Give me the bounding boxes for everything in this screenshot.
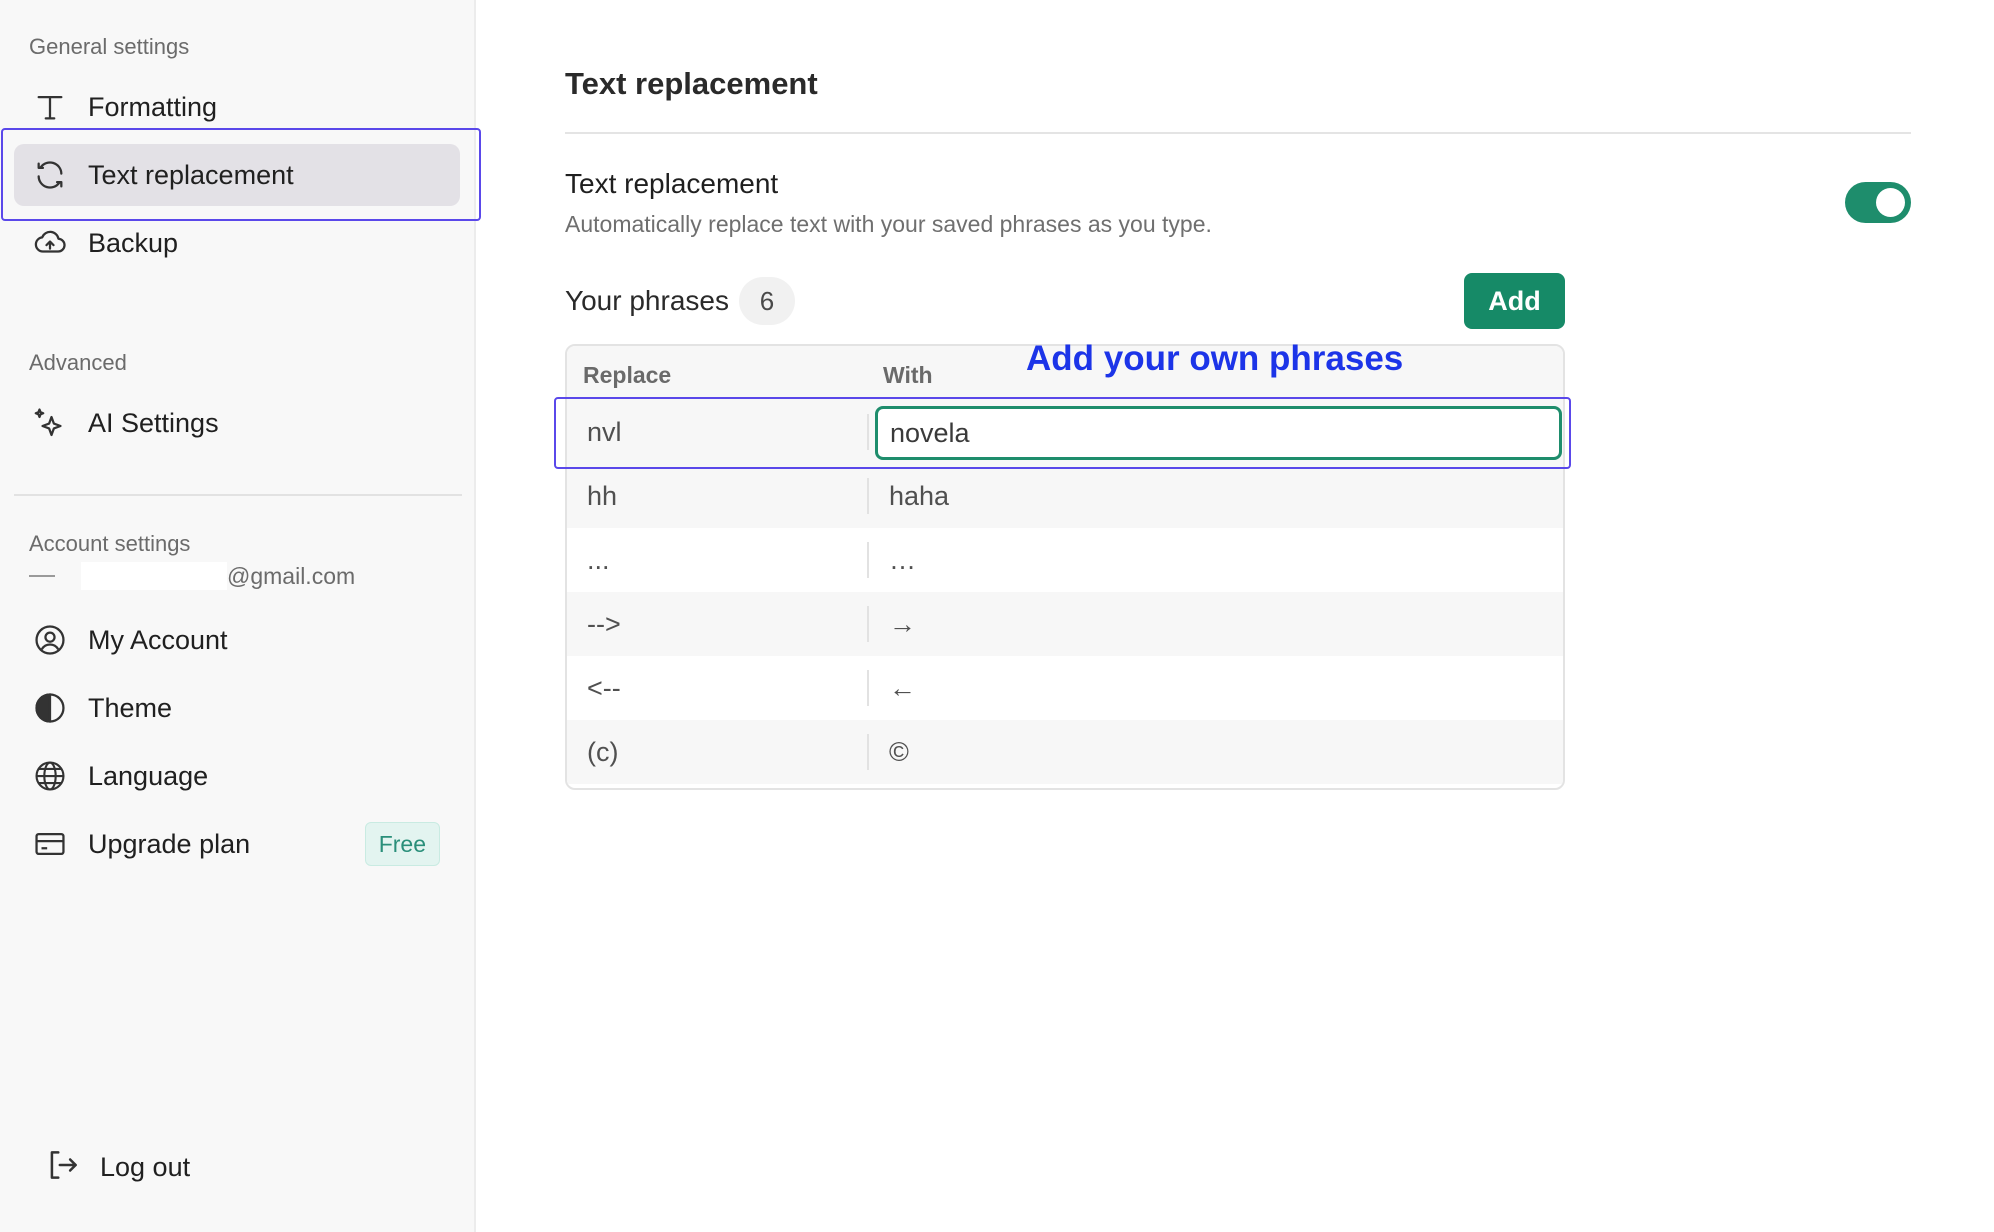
refresh-icon bbox=[30, 155, 70, 195]
sidebar-item-label: Formatting bbox=[88, 91, 218, 122]
sidebar-item-label: Upgrade plan bbox=[88, 828, 251, 859]
sidebar-item-theme[interactable]: Theme bbox=[14, 677, 460, 739]
title-divider bbox=[565, 132, 1911, 134]
sparkles-icon bbox=[30, 403, 70, 443]
advanced-label: Advanced bbox=[29, 350, 127, 375]
table-row[interactable]: hh haha bbox=[567, 464, 1563, 528]
user-circle-icon bbox=[30, 620, 70, 660]
sidebar-item-label: AI Settings bbox=[88, 407, 219, 438]
sidebar-item-label: Text replacement bbox=[88, 159, 294, 190]
sidebar-item-text-replacement[interactable]: Text replacement bbox=[14, 144, 460, 206]
sidebar-item-label: Language bbox=[88, 760, 209, 791]
general-settings-label: General settings bbox=[29, 34, 190, 59]
logout-icon bbox=[44, 1146, 82, 1189]
with-input[interactable] bbox=[875, 406, 1562, 460]
sidebar-item-label: Theme bbox=[88, 692, 173, 723]
phrases-count-badge: 6 bbox=[739, 277, 795, 325]
column-separator bbox=[867, 670, 869, 706]
credit-card-icon bbox=[30, 824, 70, 864]
plan-badge: Free bbox=[364, 822, 440, 866]
setting-description: Automatically replace text with your sav… bbox=[565, 211, 1212, 237]
column-separator bbox=[867, 414, 869, 450]
sidebar-item-formatting[interactable]: Formatting bbox=[14, 76, 460, 138]
with-cell[interactable]: © bbox=[889, 720, 909, 784]
replace-cell[interactable]: --> bbox=[587, 592, 621, 656]
with-cell[interactable]: haha bbox=[889, 464, 949, 528]
email-dash bbox=[29, 575, 55, 577]
settings-sidebar: General settings Formatting Text replace… bbox=[0, 0, 476, 1232]
sidebar-item-my-account[interactable]: My Account bbox=[14, 609, 460, 671]
sidebar-item-label: Backup bbox=[88, 227, 179, 258]
phrases-label: Your phrases bbox=[565, 285, 729, 316]
account-settings-label: Account settings bbox=[29, 531, 191, 556]
sidebar-item-label: My Account bbox=[88, 624, 228, 655]
replace-cell[interactable]: <-- bbox=[587, 656, 621, 720]
type-icon bbox=[30, 87, 70, 127]
account-email: @gmail.com bbox=[29, 562, 355, 590]
globe-icon bbox=[30, 756, 70, 796]
cloud-upload-icon bbox=[30, 223, 70, 263]
replace-cell[interactable]: (c) bbox=[587, 720, 618, 784]
replace-cell[interactable]: hh bbox=[587, 464, 617, 528]
logout-label: Log out bbox=[100, 1151, 191, 1182]
toggle-knob bbox=[1876, 188, 1905, 217]
table-row[interactable]: ... … bbox=[567, 528, 1563, 592]
sidebar-item-backup[interactable]: Backup bbox=[14, 212, 460, 274]
column-header-replace: Replace bbox=[583, 362, 672, 388]
with-cell[interactable]: … bbox=[889, 528, 916, 592]
table-row[interactable]: nvl bbox=[567, 400, 1563, 464]
sidebar-item-language[interactable]: Language bbox=[14, 745, 460, 807]
add-phrase-button[interactable]: Add bbox=[1464, 273, 1565, 329]
with-cell[interactable]: → bbox=[889, 592, 916, 656]
setting-title: Text replacement bbox=[565, 168, 779, 199]
sidebar-item-ai-settings[interactable]: AI Settings bbox=[14, 392, 460, 454]
column-separator bbox=[867, 606, 869, 642]
page-title: Text replacement bbox=[565, 66, 818, 101]
column-header-with: With bbox=[883, 362, 933, 388]
column-separator bbox=[867, 542, 869, 578]
annotation-text: Add your own phrases bbox=[1026, 339, 1404, 378]
email-suffix: @gmail.com bbox=[227, 562, 356, 589]
replace-cell[interactable]: ... bbox=[587, 528, 610, 592]
column-separator bbox=[867, 478, 869, 514]
table-row[interactable]: --> → bbox=[567, 592, 1563, 656]
contrast-icon bbox=[30, 688, 70, 728]
text-replacement-toggle[interactable] bbox=[1845, 182, 1911, 223]
column-separator bbox=[867, 734, 869, 770]
phrases-table: Replace With nvl hh haha ... … --> → <--… bbox=[565, 344, 1565, 790]
sidebar-divider bbox=[14, 494, 462, 496]
logout-button[interactable]: Log out bbox=[44, 1142, 190, 1192]
with-cell[interactable]: ← bbox=[889, 656, 916, 720]
replace-cell[interactable]: nvl bbox=[587, 400, 622, 464]
table-row[interactable]: <-- ← bbox=[567, 656, 1563, 720]
table-row[interactable]: (c) © bbox=[567, 720, 1563, 784]
email-redacted bbox=[81, 562, 227, 590]
